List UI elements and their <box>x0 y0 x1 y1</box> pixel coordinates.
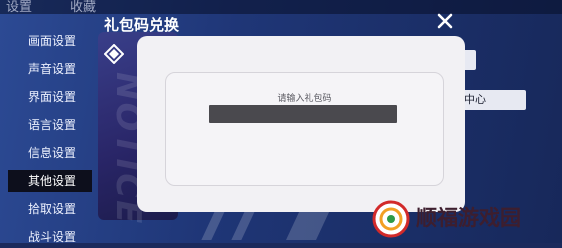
top-title: 设置 <box>6 0 33 15</box>
sidebar-item-combat[interactable]: 战斗设置 <box>8 226 92 248</box>
top-bar: 设置 收藏 <box>0 0 562 15</box>
sidebar-item-sound[interactable]: 声音设置 <box>8 58 92 80</box>
sidebar-item-pickup[interactable]: 拾取设置 <box>8 198 92 220</box>
sidebar-item-language[interactable]: 语言设置 <box>8 114 92 136</box>
gift-code-prompt: 请输入礼包码 <box>277 94 332 104</box>
close-button[interactable] <box>434 10 456 32</box>
right-chip-center[interactable]: 中心 <box>462 90 526 110</box>
sidebar-item-other[interactable]: 其他设置 <box>8 170 92 192</box>
dialog-title: 礼包码兑换 <box>104 16 180 34</box>
site-logo-icon <box>372 200 410 238</box>
sidebar-item-info[interactable]: 信息设置 <box>8 142 92 164</box>
gift-code-box: 请输入礼包码 <box>165 72 444 186</box>
sidebar-item-interface[interactable]: 界面设置 <box>8 86 92 108</box>
sidebar-item-display[interactable]: 画面设置 <box>8 30 92 52</box>
diamond-icon <box>104 44 124 64</box>
gift-code-input[interactable] <box>209 105 397 123</box>
close-icon <box>437 13 453 29</box>
site-watermark-text: 顺福游戏园 <box>416 206 521 230</box>
top-tab[interactable]: 收藏 <box>70 0 96 15</box>
